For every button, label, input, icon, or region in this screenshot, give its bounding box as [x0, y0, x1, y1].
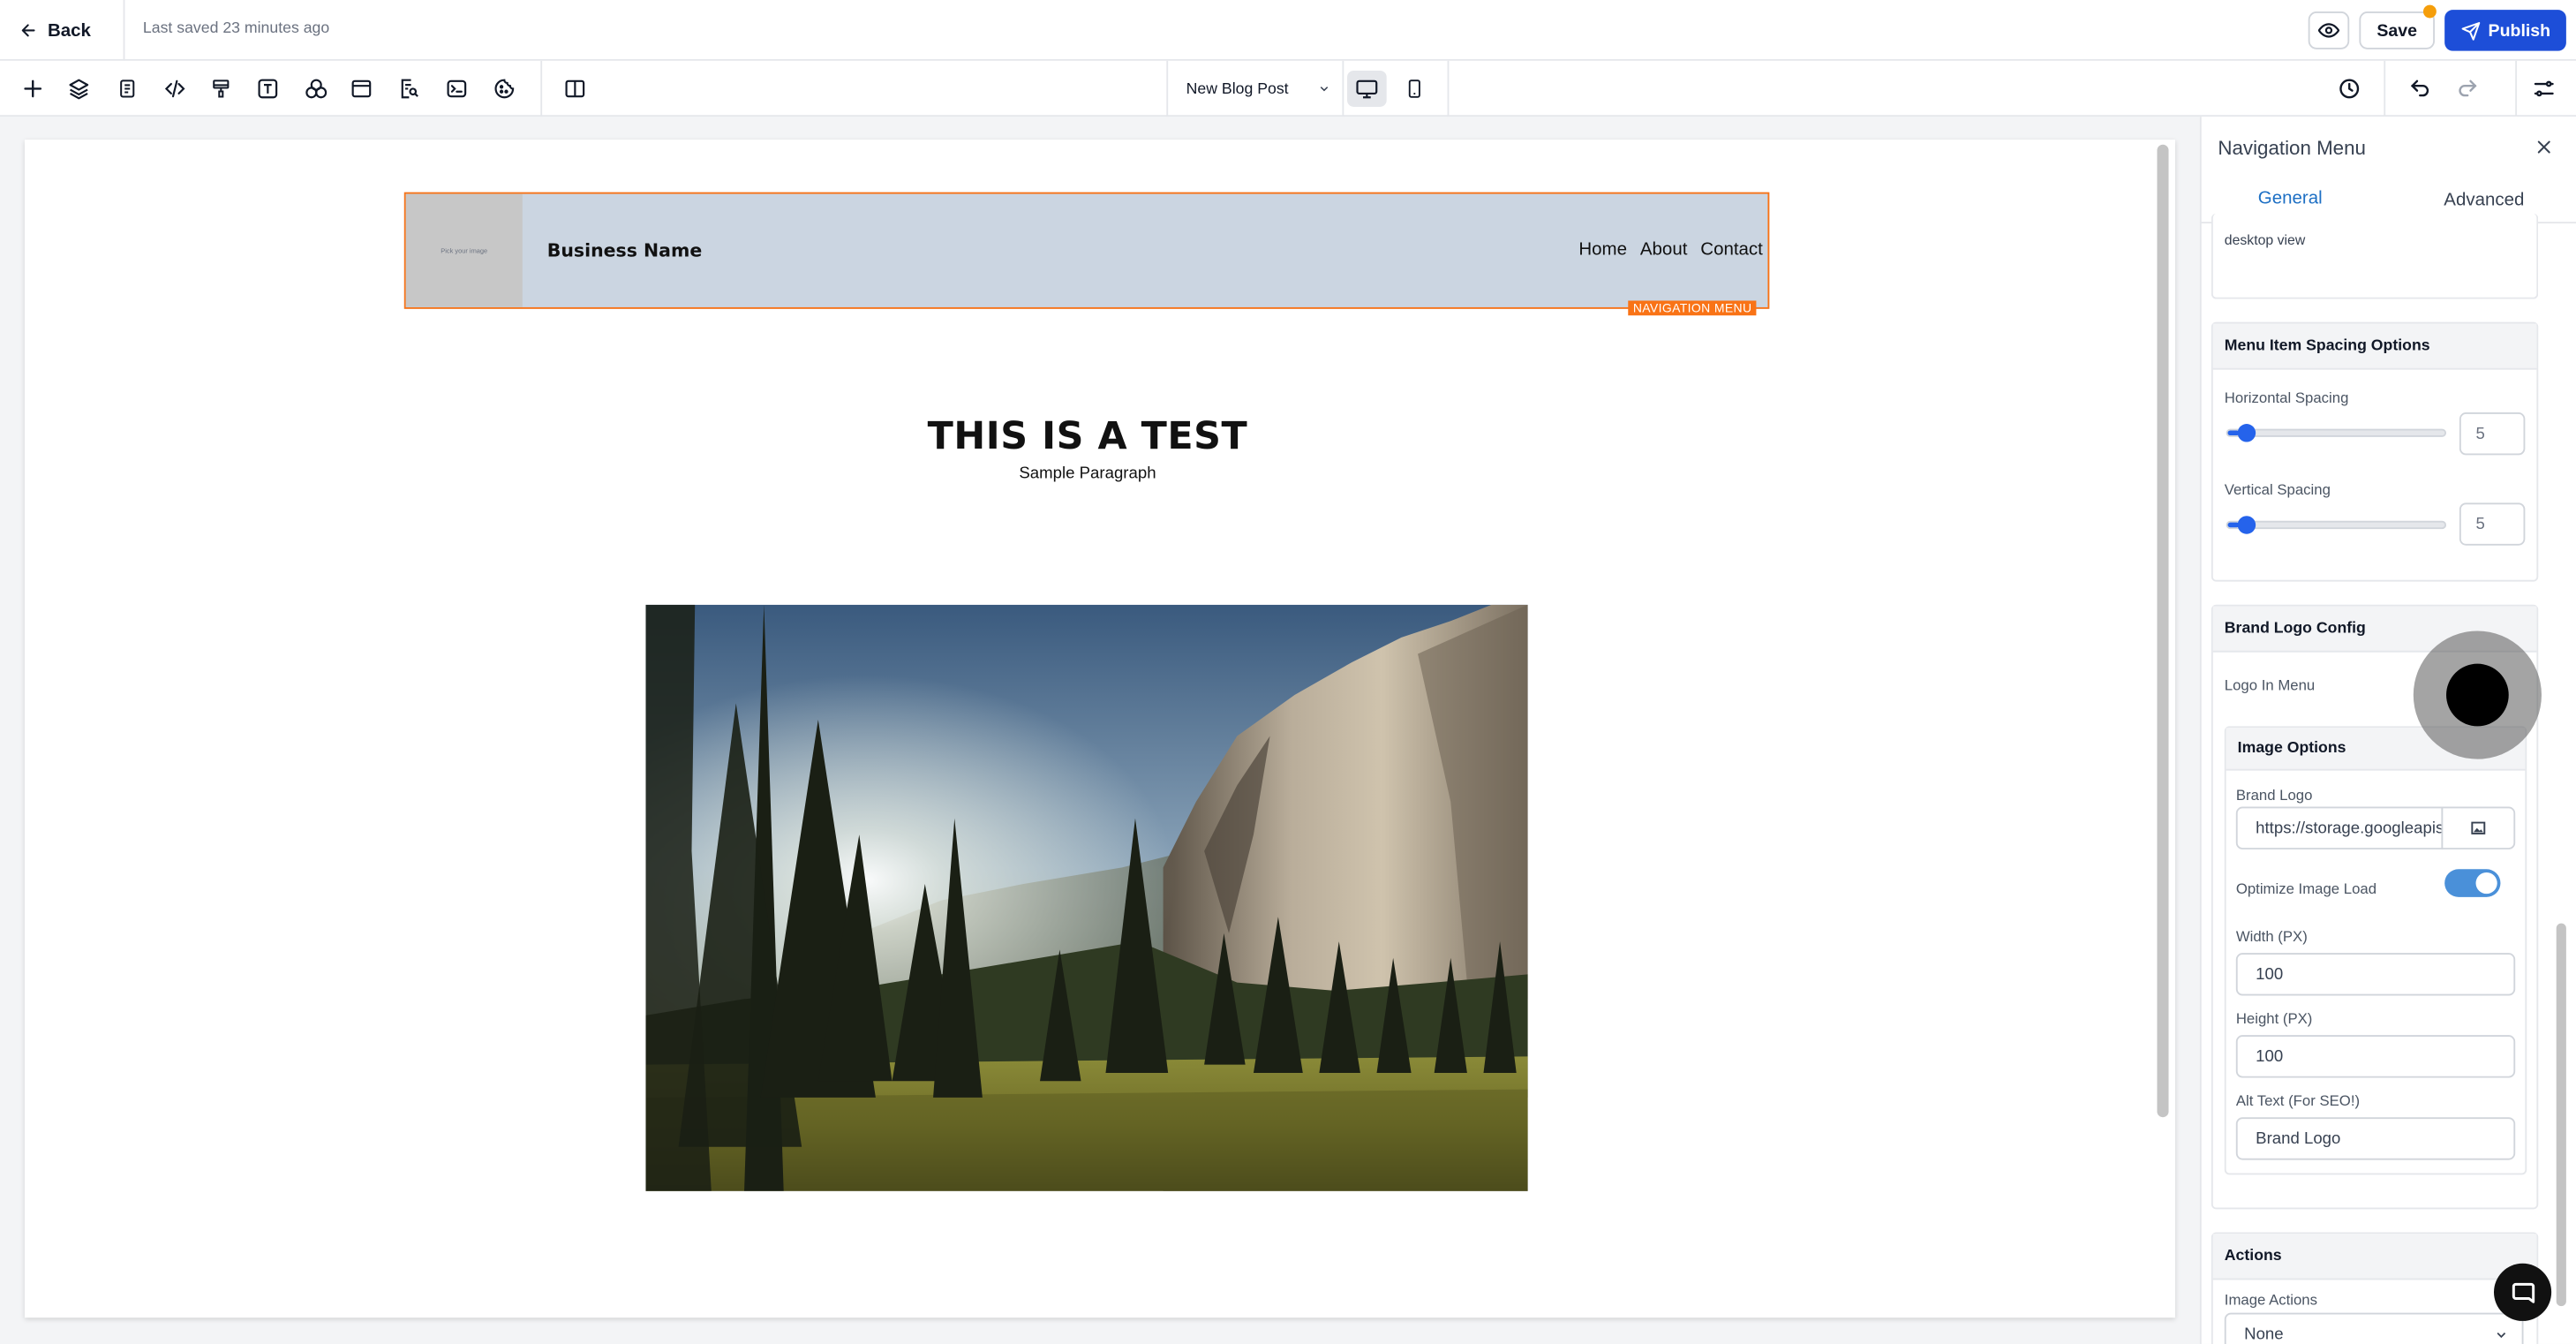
last-saved-status: Last saved 23 minutes ago	[142, 19, 330, 38]
pages-icon[interactable]	[112, 74, 141, 103]
desktop-view-button[interactable]	[1347, 71, 1387, 107]
code-icon[interactable]	[160, 74, 189, 103]
business-name[interactable]: Business Name	[547, 240, 703, 261]
height-input[interactable]: 100	[2235, 1035, 2516, 1078]
image-icon	[2471, 821, 2486, 834]
toggle-knob	[2475, 872, 2497, 895]
chat-widget-button[interactable]	[2493, 1263, 2552, 1321]
nav-link-home[interactable]: Home	[1578, 240, 1627, 260]
settings-sliders-icon[interactable]	[2528, 74, 2557, 103]
selected-element-tag: NAVIGATION MENU	[1628, 300, 1757, 316]
image-options-card: Image Options Brand Logo https://storage…	[2224, 726, 2527, 1175]
publish-label: Publish	[2488, 20, 2551, 41]
alt-text-label: Alt Text (For SEO!)	[2235, 1092, 2361, 1109]
vertical-spacing-input[interactable]: 5	[2459, 502, 2526, 546]
add-icon[interactable]	[18, 74, 47, 103]
brand-logo-label: Brand Logo	[2235, 787, 2313, 804]
send-icon	[2460, 21, 2480, 40]
height-label: Height (PX)	[2235, 1010, 2313, 1027]
cursor-pointer	[2446, 663, 2509, 727]
preview-button[interactable]	[2308, 11, 2350, 49]
eye-icon	[2317, 23, 2340, 38]
actions-title: Actions	[2212, 1234, 2537, 1280]
navigation-menu-element[interactable]: Pick your image Business Name Home About…	[403, 192, 1770, 309]
image-actions-value: None	[2244, 1325, 2284, 1344]
divider	[123, 0, 125, 61]
divider	[1447, 60, 1450, 117]
alt-text-input[interactable]: Brand Logo	[2235, 1117, 2516, 1160]
editor-toolbar: New Blog Post	[0, 60, 2576, 117]
section-icon[interactable]	[347, 74, 376, 103]
horizontal-spacing-input[interactable]: 5	[2459, 412, 2526, 456]
redo-icon[interactable]	[2452, 74, 2482, 103]
image-picker-button[interactable]	[2441, 806, 2516, 849]
chevron-down-icon	[1321, 87, 1329, 92]
image-actions-label: Image Actions	[2224, 1291, 2317, 1309]
vertical-spacing-label: Vertical Spacing	[2224, 481, 2331, 498]
spacing-options-title: Menu Item Spacing Options	[2212, 323, 2537, 370]
vertical-spacing-slider[interactable]	[2226, 516, 2447, 534]
undo-icon[interactable]	[2406, 74, 2435, 103]
chevron-down-icon	[2497, 1333, 2506, 1339]
nav-link-about[interactable]: About	[1640, 240, 1688, 260]
nav-link-contact[interactable]: Contact	[1700, 240, 1763, 260]
mobile-icon	[1408, 79, 1420, 98]
panel-scrollbar[interactable]	[2556, 923, 2566, 1307]
hero-title[interactable]: THIS IS A TEST	[25, 416, 2150, 458]
page-select-value: New Blog Post	[1186, 79, 1289, 98]
logo-in-menu-label: Logo In Menu	[2224, 676, 2316, 694]
top-bar	[0, 0, 2576, 61]
page-select[interactable]: New Blog Post	[1166, 60, 1344, 117]
publish-button[interactable]: Publish	[2444, 10, 2566, 51]
brand-logo-url-input[interactable]: https://storage.googleapis.com	[2235, 806, 2444, 849]
text-icon[interactable]	[253, 74, 282, 103]
width-label: Width (PX)	[2235, 928, 2308, 945]
seo-icon[interactable]	[395, 74, 424, 103]
actions-card: Actions Image Actions None	[2211, 1232, 2539, 1344]
hero-paragraph[interactable]: Sample Paragraph	[25, 465, 2150, 483]
history-icon[interactable]	[2334, 74, 2363, 103]
columns-icon[interactable]	[561, 74, 590, 103]
panel-title: Navigation Menu	[2218, 136, 2366, 160]
divider	[2384, 60, 2386, 117]
optimize-image-toggle[interactable]	[2444, 869, 2501, 897]
components-icon[interactable]	[301, 74, 330, 103]
cookie-icon[interactable]	[490, 74, 519, 103]
image-actions-select[interactable]: None	[2224, 1312, 2524, 1344]
width-input[interactable]: 100	[2235, 953, 2516, 996]
chat-icon	[2511, 1281, 2535, 1302]
arrow-left-icon	[21, 24, 35, 37]
slider-handle[interactable]	[2236, 424, 2256, 442]
desktop-view-text: desktop view	[2224, 231, 2306, 248]
spacing-options-card: Menu Item Spacing Options Horizontal Spa…	[2211, 321, 2539, 582]
horizontal-spacing-label: Horizontal Spacing	[2224, 389, 2349, 406]
save-button[interactable]: Save	[2359, 11, 2436, 49]
hero-image[interactable]	[645, 604, 1528, 1191]
close-icon[interactable]	[2532, 135, 2555, 158]
optimize-image-label: Optimize Image Load	[2235, 880, 2377, 897]
paint-icon[interactable]	[206, 74, 235, 103]
divider	[2515, 60, 2518, 117]
nav-links: Home About Contact	[1578, 240, 1762, 260]
terminal-icon[interactable]	[442, 74, 471, 103]
back-button[interactable]: Back	[10, 11, 101, 49]
divider	[540, 60, 543, 117]
desktop-icon	[1356, 79, 1378, 99]
back-label: Back	[47, 20, 91, 41]
notification-dot	[2422, 4, 2437, 19]
layers-icon[interactable]	[64, 74, 94, 103]
canvas-scrollbar[interactable]	[2157, 144, 2169, 1118]
logo-placeholder[interactable]: Pick your image	[405, 193, 523, 307]
slider-handle[interactable]	[2236, 516, 2256, 534]
menu-view-card: desktop view	[2211, 213, 2539, 299]
mobile-view-button[interactable]	[1395, 71, 1435, 107]
horizontal-spacing-slider[interactable]	[2226, 424, 2447, 442]
